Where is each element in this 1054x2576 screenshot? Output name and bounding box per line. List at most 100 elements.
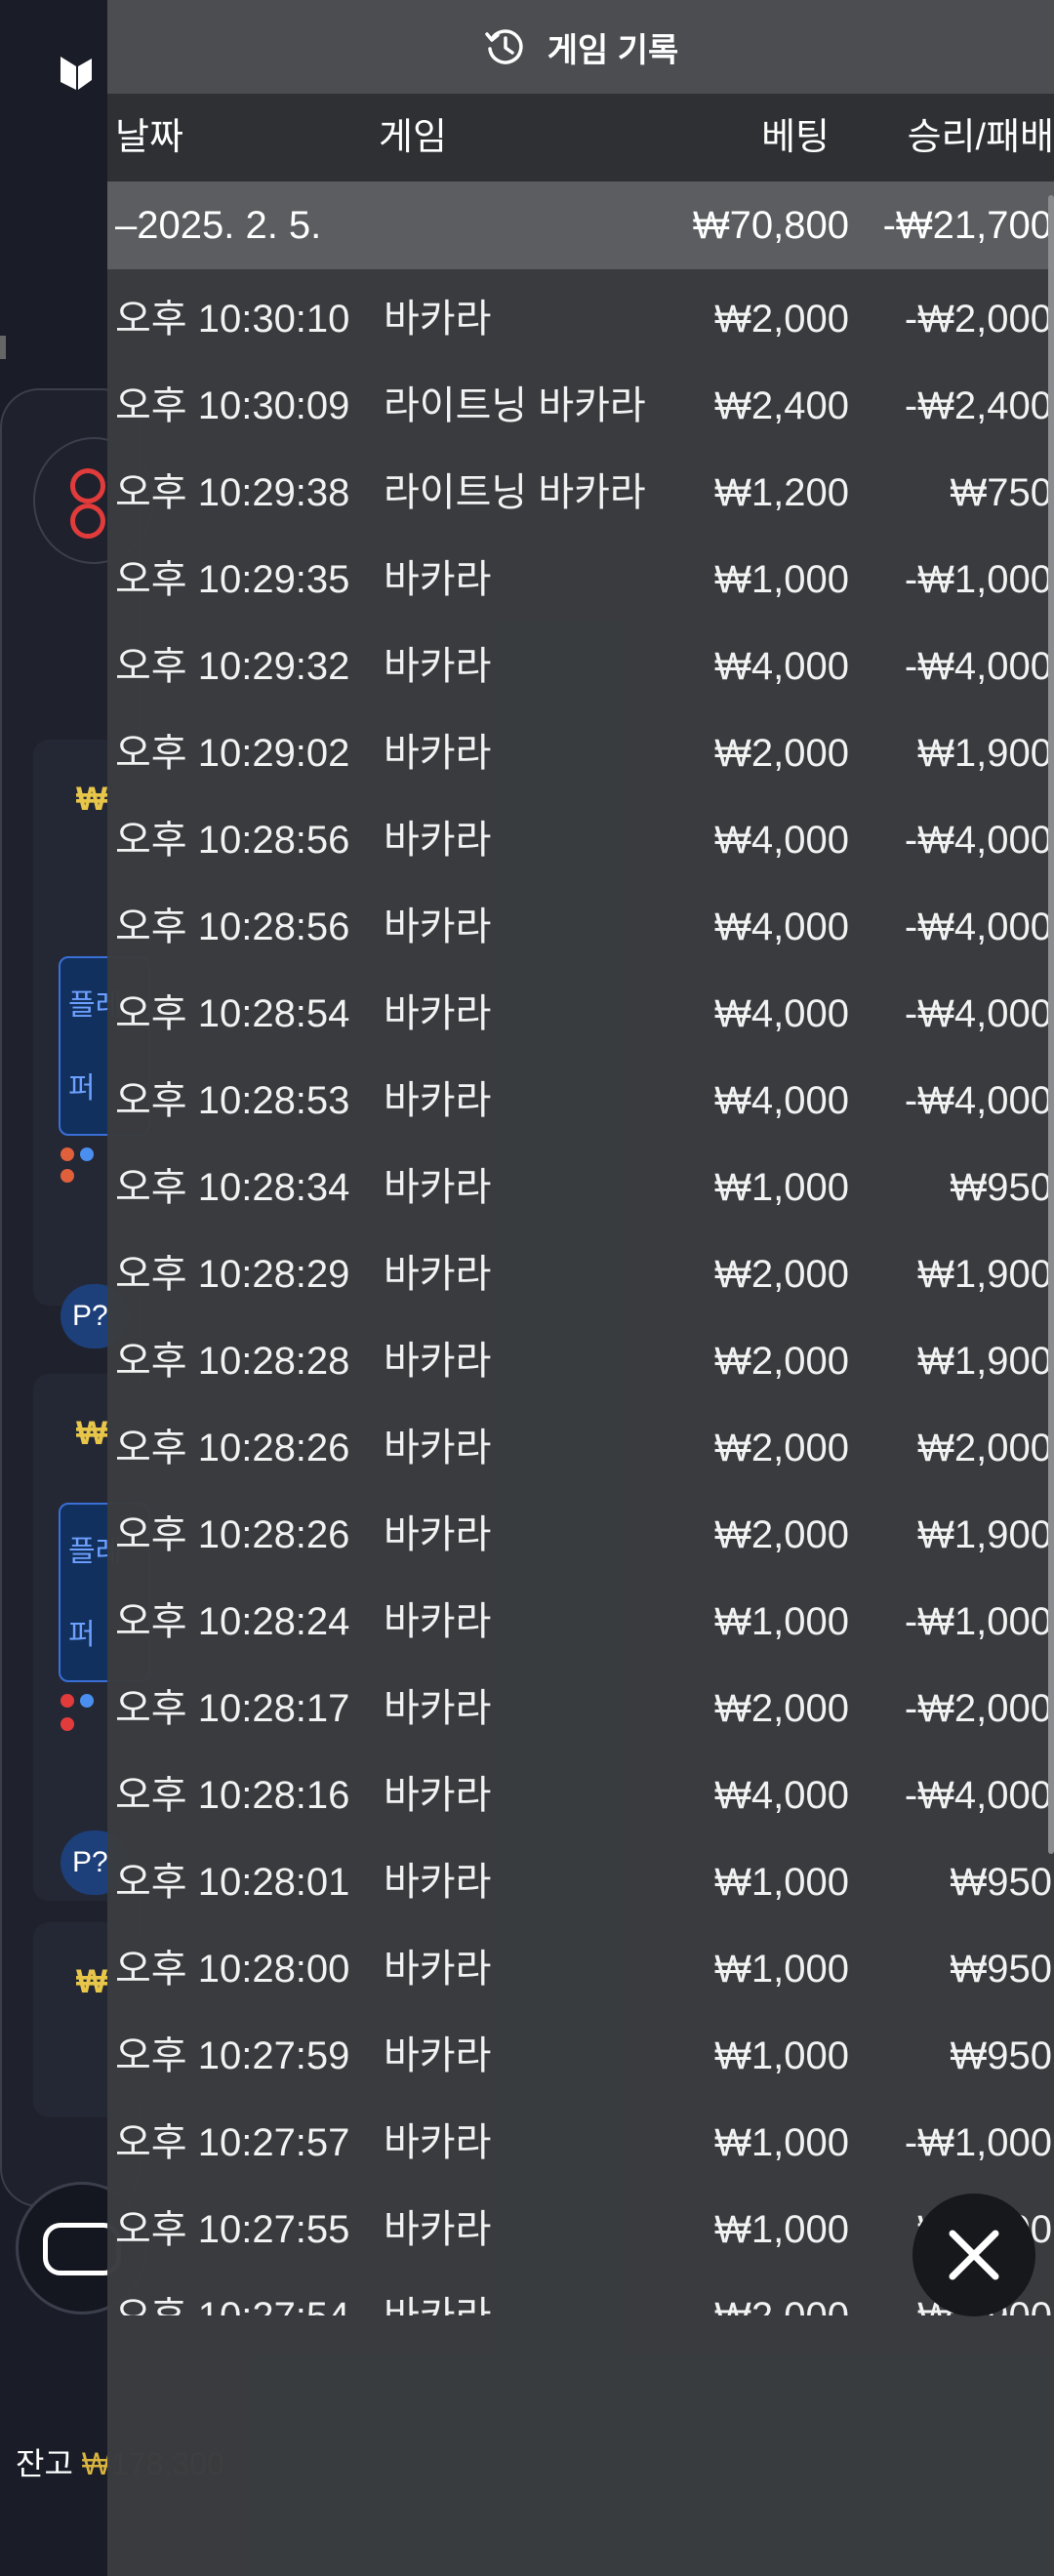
row-result: ₩1,900: [917, 1253, 1052, 1296]
row-bet: ₩2,000: [714, 1687, 849, 1730]
history-row[interactable]: 오후 10:28:26 바카라 ₩2,000 ₩2,000: [107, 1405, 1054, 1492]
history-row[interactable]: 오후 10:29:32 바카라 ₩4,000 -₩4,000: [107, 624, 1054, 710]
row-result: -₩4,000: [904, 1774, 1052, 1817]
row-game: 바카라: [384, 2208, 492, 2251]
history-row[interactable]: 오후 10:27:54바카라₩2,000₩1,900: [107, 2274, 1054, 2315]
row-game: 바카라: [384, 1253, 492, 1296]
row-time: 오후 10:29:32: [115, 645, 350, 688]
row-game: 바카라: [384, 1600, 492, 1643]
row-time: 오후 10:27:59: [115, 2034, 350, 2077]
history-row[interactable]: 오후 10:29:35 바카라 ₩1,000 -₩1,000: [107, 537, 1054, 624]
row-bet: ₩2,000: [714, 298, 849, 341]
row-game: 바카라: [384, 906, 492, 948]
row-bet: ₩1,000: [714, 1600, 849, 1643]
row-result: -₩4,000: [904, 819, 1052, 862]
row-bet: ₩1,200: [714, 471, 849, 514]
row-bet: ₩2,000: [714, 732, 849, 775]
history-row[interactable]: 오후 10:30:10 바카라 ₩2,000 -₩2,000: [107, 276, 1054, 363]
column-header-bet: 베팅: [761, 117, 830, 158]
row-bet: ₩2,000: [714, 1340, 849, 1383]
row-bet: ₩2,000: [714, 1513, 849, 1556]
row-game: 바카라: [384, 1861, 492, 1904]
history-row[interactable]: 오후 10:28:00 바카라 ₩1,000 ₩950: [107, 1926, 1054, 2013]
row-result: -₩4,000: [904, 645, 1052, 688]
history-row[interactable]: 오후 10:28:26 바카라 ₩2,000 ₩1,900: [107, 1492, 1054, 1579]
history-row[interactable]: 오후 10:29:38 라이트닝 바카라 ₩1,200 ₩750: [107, 450, 1054, 537]
row-time: 오후 10:28:53: [115, 1079, 350, 1122]
history-row[interactable]: 오후 10:28:16 바카라 ₩4,000 -₩4,000: [107, 1752, 1054, 1839]
bet-amount: ₩: [76, 781, 108, 818]
history-row[interactable]: 오후 10:28:56 바카라 ₩4,000 -₩4,000: [107, 797, 1054, 884]
row-result: -₩4,000: [904, 1079, 1052, 1122]
row-time: 오후 10:29:02: [115, 732, 350, 775]
red-marker-icon: [70, 503, 105, 539]
row-time: 오후 10:28:26: [115, 1513, 350, 1556]
row-game: 바카라: [384, 1687, 492, 1730]
row-result: -₩2,400: [904, 384, 1052, 427]
row-result: ₩1,900: [917, 732, 1052, 775]
row-time: 오후 10:28:16: [115, 1774, 350, 1817]
row-bet: ₩4,000: [714, 992, 849, 1035]
row-bet: ₩4,000: [714, 906, 849, 948]
row-result: ₩1,900: [917, 1340, 1052, 1383]
row-time: 오후 10:28:24: [115, 1600, 350, 1643]
row-bet: ₩2,000: [714, 1253, 849, 1296]
history-row[interactable]: 오후 10:28:34 바카라 ₩1,000 ₩950: [107, 1145, 1054, 1231]
row-time: 오후 10:27:54: [115, 2274, 349, 2315]
row-bet: ₩2,000: [714, 1427, 849, 1469]
row-time: 오후 10:28:01: [115, 1861, 350, 1904]
panel-header: 게임 기록: [107, 0, 1054, 94]
history-row[interactable]: 오후 10:28:56 바카라 ₩4,000 -₩4,000: [107, 884, 1054, 971]
column-header-game: 게임: [379, 117, 447, 158]
row-game: 바카라: [384, 819, 492, 862]
history-row[interactable]: 오후 10:28:01 바카라 ₩1,000 ₩950: [107, 1839, 1054, 1926]
row-game: 바카라: [384, 558, 492, 601]
close-button[interactable]: [912, 2194, 1035, 2316]
history-row[interactable]: 오후 10:28:29 바카라 ₩2,000 ₩1,900: [107, 1231, 1054, 1318]
history-row[interactable]: 오후 10:27:57 바카라 ₩1,000 -₩1,000: [107, 2100, 1054, 2187]
road-dot: [80, 1694, 94, 1708]
row-result: ₩950: [950, 1948, 1053, 1991]
player-label-sub: 퍼: [68, 1619, 96, 1651]
row-result: ₩950: [950, 1861, 1053, 1904]
history-row[interactable]: 오후 10:28:17 바카라 ₩2,000 -₩2,000: [107, 1666, 1054, 1752]
row-result: ₩950: [950, 1166, 1053, 1209]
row-time: 오후 10:28:56: [115, 819, 350, 862]
history-row[interactable]: 오후 10:28:53 바카라 ₩4,000 -₩4,000: [107, 1058, 1054, 1145]
bet-amount: ₩: [76, 1415, 108, 1452]
history-icon: [484, 29, 523, 64]
red-marker-icon: [70, 468, 105, 503]
history-row[interactable]: 오후 10:27:59 바카라 ₩1,000 ₩950: [107, 2013, 1054, 2100]
row-result: ₩1,900: [917, 1513, 1052, 1556]
row-bet: ₩4,000: [714, 1079, 849, 1122]
row-bet: ₩4,000: [714, 645, 849, 688]
history-row[interactable]: 오후 10:28:28 바카라 ₩2,000 ₩1,900: [107, 1318, 1054, 1405]
row-game: 라이트닝 바카라: [384, 471, 646, 514]
scrollbar[interactable]: [1048, 195, 1054, 1854]
road-dot: [61, 1169, 74, 1183]
history-list[interactable]: 오후 10:30:10 바카라 ₩2,000 -₩2,000 오후 10:30:09 라이…: [107, 276, 1054, 2315]
summary-date: –2025. 2. 5.: [115, 204, 322, 247]
road-dot: [61, 1694, 74, 1708]
panel-title: 게임 기록: [547, 31, 679, 69]
history-row[interactable]: 오후 10:28:54 바카라 ₩4,000 -₩4,000: [107, 971, 1054, 1058]
scroll-indicator: [0, 336, 6, 359]
row-game: 바카라: [384, 992, 492, 1035]
row-game: 바카라: [384, 1513, 492, 1556]
row-game: 바카라: [384, 1079, 492, 1122]
row-bet: ₩1,000: [714, 1166, 849, 1209]
row-time: 오후 10:27:57: [115, 2121, 350, 2164]
row-game: 라이트닝 바카라: [384, 384, 646, 427]
summary-bet: ₩70,800: [692, 204, 849, 247]
row-result: -₩2,000: [904, 298, 1052, 341]
history-row[interactable]: 오후 10:29:02 바카라 ₩2,000 ₩1,900: [107, 710, 1054, 797]
history-row[interactable]: 오후 10:28:24 바카라 ₩1,000 -₩1,000: [107, 1579, 1054, 1666]
row-bet: ₩2,000: [714, 2274, 849, 2315]
row-result: -₩1,000: [904, 558, 1052, 601]
close-icon: [949, 2230, 999, 2280]
history-row[interactable]: 오후 10:30:09 라이트닝 바카라 ₩2,400 -₩2,400: [107, 363, 1054, 450]
row-game: 바카라: [384, 1427, 492, 1469]
table-header: 날짜 게임 베팅 승리/패배: [107, 94, 1054, 181]
date-summary-row[interactable]: –2025. 2. 5. ₩70,800 -₩21,700: [107, 181, 1054, 269]
row-time: 오후 10:28:56: [115, 906, 350, 948]
